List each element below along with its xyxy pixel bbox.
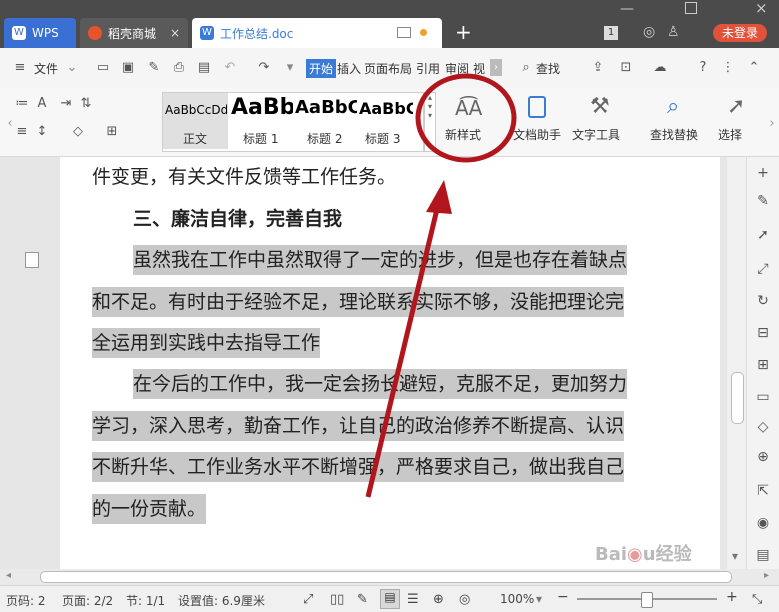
annotation-circle — [415, 73, 517, 163]
pen-icon[interactable]: ✎ — [755, 193, 771, 209]
refresh-icon[interactable]: ↻ — [755, 293, 771, 309]
fit-page-icon[interactable]: ⤡ — [752, 592, 762, 607]
annotation-arrow-line — [365, 204, 441, 498]
export-icon[interactable]: ⇱ — [755, 483, 771, 499]
web-view-icon[interactable]: ⊕ — [433, 592, 444, 607]
fullscreen-icon[interactable]: ⤢ — [303, 592, 313, 607]
clip-icon[interactable]: ⊟ — [755, 325, 771, 341]
brush-icon[interactable]: ◇ — [755, 419, 771, 435]
grid-icon[interactable]: ⊞ — [755, 357, 771, 373]
status-section: 节: 1/1 — [126, 594, 166, 608]
pen-view-icon[interactable]: ✎ — [357, 592, 368, 607]
status-bar: 页码: 2 页面: 2/2 节: 1/1 设置值: 6.9厘米 ⤢ ▯▯ ✎ ▤… — [0, 585, 779, 612]
page-view-icon[interactable]: ▤ — [380, 589, 400, 609]
pointer-icon[interactable]: ➚ — [755, 227, 771, 243]
cart-icon[interactable]: ⊕ — [755, 449, 771, 465]
scroll-right-arrow-icon[interactable]: ▸ — [764, 570, 769, 581]
scroll-thumb[interactable] — [731, 372, 744, 424]
annotation-overlay — [365, 73, 517, 498]
status-setting: 设置值: 6.9厘米 — [178, 594, 265, 608]
book-view-icon[interactable]: ▯▯ — [330, 592, 344, 607]
horizontal-scrollbar[interactable]: ◂ ▸ — [0, 569, 779, 585]
h-scroll-thumb[interactable] — [40, 571, 732, 583]
eye-protect-icon[interactable]: ◎ — [459, 592, 470, 607]
status-page-number: 页码: 2 — [6, 594, 46, 608]
scroll-down-icon[interactable]: ▾ — [732, 549, 738, 563]
status-pages: 页面: 2/2 — [62, 594, 114, 608]
print-panel-icon[interactable]: ▤ — [755, 547, 771, 563]
annotation-arrow-head — [426, 180, 452, 214]
game-icon[interactable]: ◉ — [755, 515, 771, 531]
transform-icon[interactable]: ⤢ — [755, 261, 771, 277]
expand-icon[interactable]: + — [755, 165, 771, 181]
format-icon[interactable]: ▭ — [755, 389, 771, 405]
zoom-out-icon[interactable]: − — [557, 589, 569, 605]
scroll-left-arrow-icon[interactable]: ◂ — [6, 570, 11, 581]
zoom-slider-thumb[interactable] — [641, 592, 653, 608]
right-sidebar: + ✎ ➚ ⤢ ↻ ⊟ ⊞ ▭ ◇ ⊕ ⇱ ◉ ▤ — [746, 157, 779, 569]
zoom-level[interactable]: 100% — [500, 592, 534, 606]
zoom-dropdown-icon[interactable]: ▾ — [536, 592, 542, 606]
watermark: Bai◉u经验 — [595, 544, 692, 565]
vertical-scrollbar[interactable]: ▾ — [727, 157, 746, 569]
zoom-in-icon[interactable]: + — [726, 589, 738, 605]
outline-view-icon[interactable]: ☰ — [407, 592, 419, 607]
